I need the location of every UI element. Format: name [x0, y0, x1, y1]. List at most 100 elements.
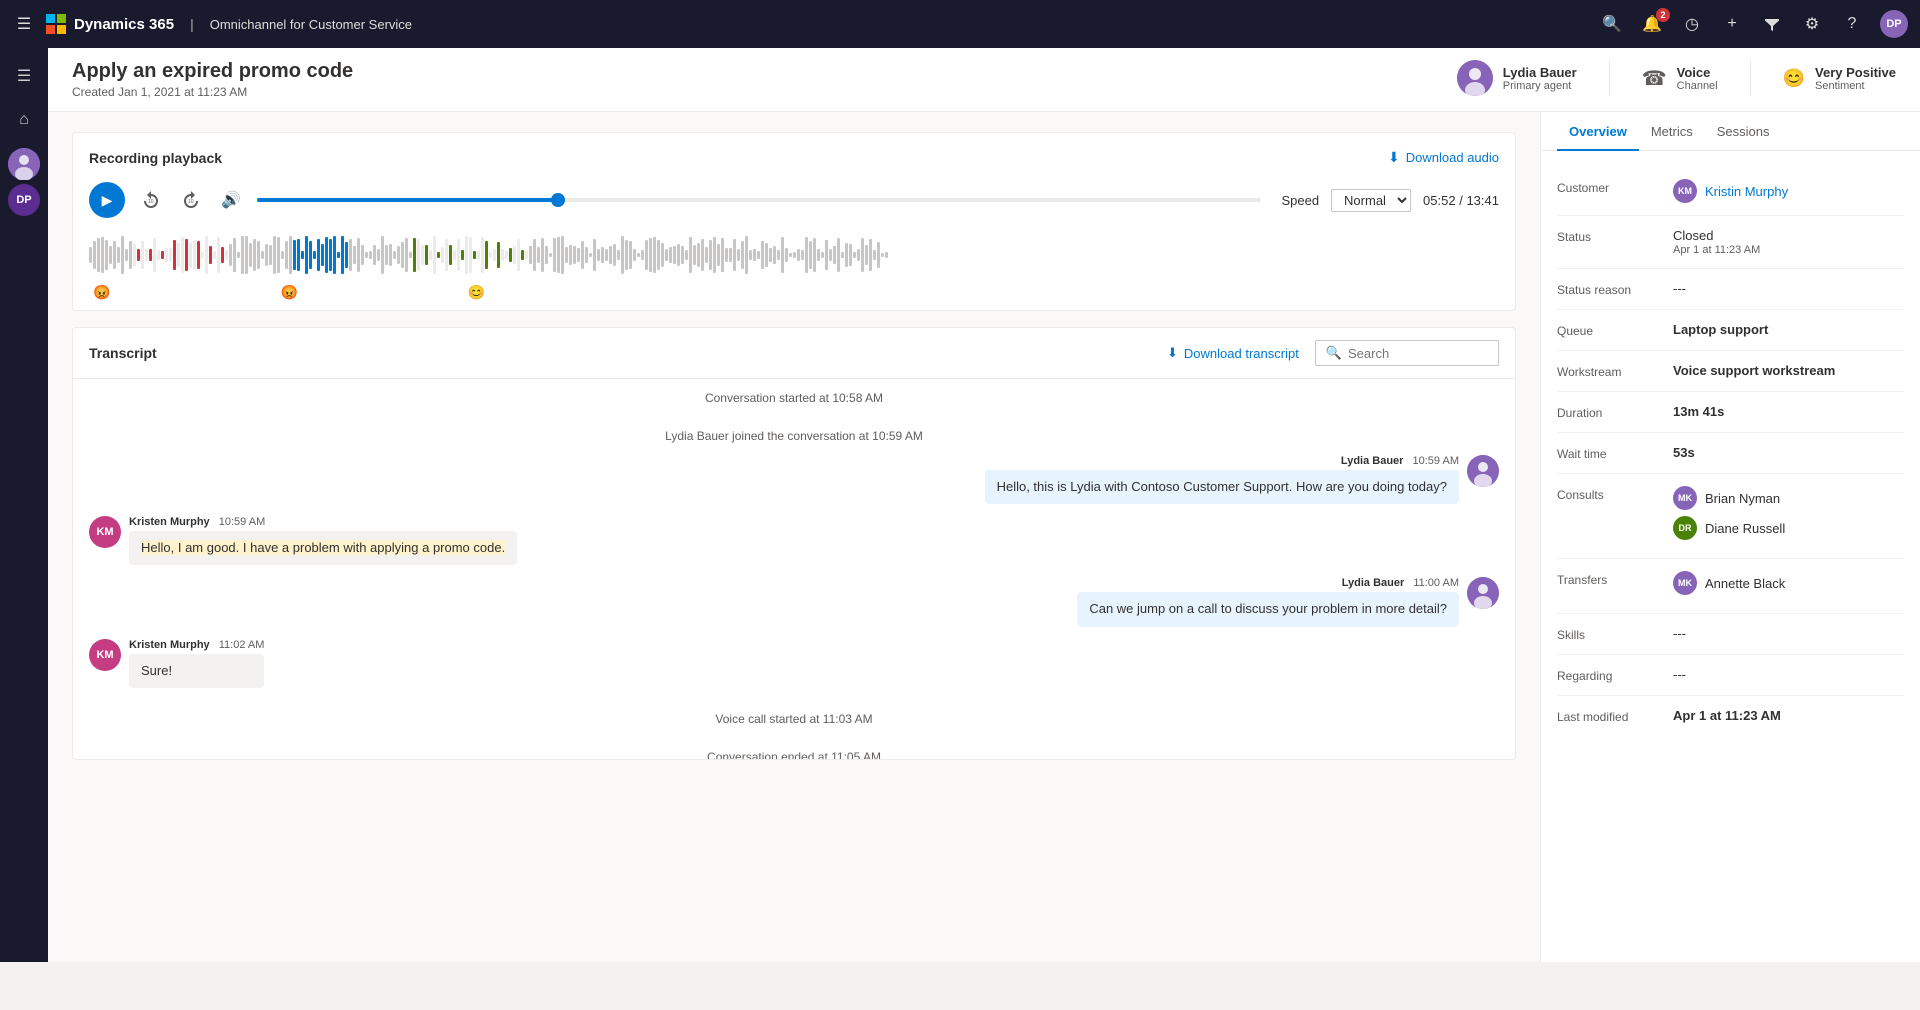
lydia-avatar-icon: [1457, 60, 1493, 96]
overview-panel: Customer KM Kristin Murphy Status Closed…: [1541, 151, 1920, 962]
nav-separator: |: [190, 16, 194, 32]
progress-track[interactable]: [257, 198, 1261, 202]
tab-metrics[interactable]: Metrics: [1639, 112, 1705, 151]
brand-name: Dynamics 365: [74, 16, 174, 33]
detail-value-consults: MK Brian Nyman DR Diane Russell: [1673, 486, 1785, 546]
consult-link-brian[interactable]: Brian Nyman: [1705, 491, 1780, 506]
body-split: Recording playback ⬇ Download audio ▶ 10…: [48, 112, 1920, 962]
customer-msg-meta-1: Kristen Murphy 10:59 AM: [129, 516, 517, 528]
transfer-link-annette[interactable]: Annette Black: [1705, 576, 1785, 591]
agent-msg-content-1: Lydia Bauer 10:59 AM Hello, this is Lydi…: [985, 455, 1459, 504]
download-transcript-link[interactable]: ⬇ Download transcript: [1167, 345, 1299, 361]
chat-message-agent-1: Lydia Bauer 10:59 AM Hello, this is Lydi…: [89, 455, 1499, 504]
main-content: Apply an expired promo code Created Jan …: [48, 48, 1920, 962]
side-home-icon[interactable]: ⌂: [4, 100, 44, 140]
user-avatar[interactable]: DP: [1880, 10, 1908, 38]
right-panel: Overview Metrics Sessions Customer KM Kr…: [1540, 112, 1920, 962]
emotion-marker-positive: 😊: [468, 284, 485, 301]
consult-brian: MK Brian Nyman: [1673, 486, 1785, 510]
side-dp-icon[interactable]: DP: [8, 184, 40, 216]
side-user-avatar[interactable]: [8, 148, 40, 180]
detail-value-transfers: MK Annette Black: [1673, 571, 1785, 601]
detail-label-status-reason: Status reason: [1557, 281, 1657, 297]
agent-msg-bubble-1: Hello, this is Lydia with Contoso Custom…: [985, 470, 1459, 504]
filter-icon[interactable]: [1760, 12, 1784, 36]
lydia-msg-avatar-icon: [1467, 455, 1499, 487]
side-menu-icon[interactable]: ☰: [4, 56, 44, 96]
detail-value-status: Closed Apr 1 at 11:23 AM: [1673, 228, 1760, 256]
chat-message-customer-1: KM Kristen Murphy 10:59 AM Hello, I am g…: [89, 516, 1499, 565]
consult-diane: DR Diane Russell: [1673, 516, 1785, 540]
top-navigation: ☰ Dynamics 365 | Omnichannel for Custome…: [0, 0, 1920, 48]
detail-skills: Skills ---: [1557, 614, 1904, 655]
help-icon[interactable]: ?: [1840, 12, 1864, 36]
system-msg-join: Lydia Bauer joined the conversation at 1…: [89, 417, 1499, 455]
player-controls: ▶ 10 10 🔊 Speed Normal: [89, 182, 1499, 218]
detail-consults: Consults MK Brian Nyman DR Diane Russell: [1557, 474, 1904, 559]
detail-value-status-reason: ---: [1673, 281, 1686, 296]
transcript-body: Conversation started at 10:58 AM Lydia B…: [73, 379, 1515, 759]
tab-overview[interactable]: Overview: [1557, 112, 1639, 151]
detail-value-wait-time: 53s: [1673, 445, 1695, 460]
svg-text:10: 10: [188, 199, 194, 205]
agent-msg-content-2: Lydia Bauer 11:00 AM Can we jump on a ca…: [1077, 577, 1459, 626]
system-msg-start: Conversation started at 10:58 AM: [89, 379, 1499, 417]
transcript-search-box[interactable]: 🔍: [1315, 340, 1499, 366]
detail-workstream: Workstream Voice support workstream: [1557, 351, 1904, 392]
detail-duration: Duration 13m 41s: [1557, 392, 1904, 433]
speed-label: Speed: [1281, 193, 1319, 208]
play-button[interactable]: ▶: [89, 182, 125, 218]
detail-label-duration: Duration: [1557, 404, 1657, 420]
detail-value-last-modified: Apr 1 at 11:23 AM: [1673, 708, 1781, 723]
customer-msg-avatar-2: KM: [89, 639, 121, 671]
notification-badge: 2: [1656, 8, 1670, 22]
detail-status: Status Closed Apr 1 at 11:23 AM: [1557, 216, 1904, 269]
customer-msg-content-2: Kristen Murphy 11:02 AM Sure!: [129, 639, 264, 688]
customer-link[interactable]: Kristin Murphy: [1705, 184, 1788, 199]
sentiment-sublabel: Sentiment: [1815, 80, 1896, 92]
detail-value-regarding: ---: [1673, 667, 1686, 682]
hamburger-icon[interactable]: ☰: [12, 12, 36, 36]
detail-label-transfers: Transfers: [1557, 571, 1657, 587]
system-msg-voice: Voice call started at 11:03 AM: [89, 700, 1499, 738]
side-agent-avatar-icon: [8, 148, 40, 180]
volume-button[interactable]: 🔊: [217, 186, 245, 214]
svg-text:10: 10: [148, 199, 154, 205]
chat-message-customer-2: KM Kristen Murphy 11:02 AM Sure!: [89, 639, 1499, 688]
download-transcript-icon: ⬇: [1167, 345, 1178, 361]
dynamics-logo-icon: [46, 14, 66, 34]
transcript-title: Transcript: [89, 345, 157, 361]
detail-value-skills: ---: [1673, 626, 1686, 641]
agent-role: Primary agent: [1503, 80, 1577, 92]
agent-name: Lydia Bauer: [1503, 65, 1577, 80]
tab-sessions[interactable]: Sessions: [1705, 112, 1782, 151]
consult-avatar-diane: DR: [1673, 516, 1697, 540]
detail-label-last-modified: Last modified: [1557, 708, 1657, 724]
speed-select[interactable]: Normal 0.5x 0.75x 1.25x 1.5x 2x: [1331, 189, 1411, 212]
page-header: Apply an expired promo code Created Jan …: [48, 48, 1920, 112]
detail-label-customer: Customer: [1557, 179, 1657, 195]
detail-label-wait-time: Wait time: [1557, 445, 1657, 461]
waveform-container[interactable]: 😡 😡 😊: [89, 230, 1499, 290]
consult-avatar-brian: MK: [1673, 486, 1697, 510]
add-icon[interactable]: +: [1720, 12, 1744, 36]
transcript-search-input[interactable]: [1348, 346, 1488, 361]
detail-queue: Queue Laptop support: [1557, 310, 1904, 351]
agent-msg-meta-1: Lydia Bauer 10:59 AM: [985, 455, 1459, 467]
detail-value-customer: KM Kristin Murphy: [1673, 179, 1788, 203]
settings-icon[interactable]: ⚙: [1800, 12, 1824, 36]
consult-link-diane[interactable]: Diane Russell: [1705, 521, 1785, 536]
system-msg-end: Conversation ended at 11:05 AM: [89, 738, 1499, 759]
emotion-marker-negative2: 😡: [280, 284, 297, 301]
clock-icon[interactable]: ◷: [1680, 12, 1704, 36]
detail-value-workstream: Voice support workstream: [1673, 363, 1835, 378]
transfer-avatar-annette: MK: [1673, 571, 1697, 595]
search-nav-icon[interactable]: 🔍: [1600, 12, 1624, 36]
phone-icon: ☎: [1642, 66, 1667, 91]
customer-avatar-icon: KM: [1673, 179, 1697, 203]
rewind-10-button[interactable]: 10: [137, 186, 165, 214]
download-audio-link[interactable]: ⬇ Download audio: [1388, 149, 1499, 166]
agent-avatar: [1457, 60, 1493, 96]
left-panel: Recording playback ⬇ Download audio ▶ 10…: [48, 112, 1540, 962]
forward-10-button[interactable]: 10: [177, 186, 205, 214]
